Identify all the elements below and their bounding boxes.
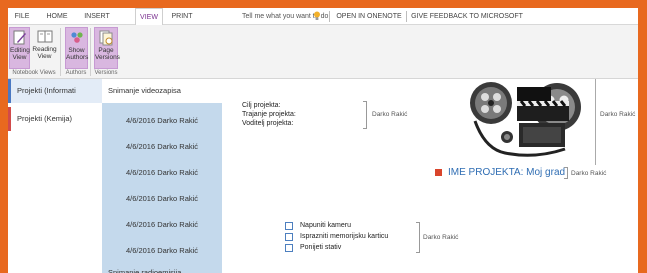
subpage-item[interactable]: 4/6/2016 Darko Rakić	[102, 135, 222, 159]
page-canvas[interactable]: Cilj projekta: Trajanje projekta: Vodite…	[222, 79, 638, 273]
tab-home[interactable]: HOME	[40, 8, 74, 25]
group-separator	[60, 28, 61, 76]
author-label: Darko Rakić	[571, 170, 607, 177]
subpage-item[interactable]: 4/6/2016 Darko Rakić	[102, 109, 222, 133]
film-camera-image	[470, 82, 581, 157]
page-list: Snimanje videozapisa 4/6/2016 Darko Raki…	[102, 79, 222, 273]
section-projekti-informatika[interactable]: Projekti (Informati	[8, 79, 102, 103]
reading-view-button[interactable]: Reading View	[31, 27, 58, 69]
tab-print[interactable]: PRINT	[166, 8, 198, 25]
author-brace-line	[595, 79, 596, 165]
page-versions-icon	[99, 30, 113, 46]
author-brace	[564, 167, 568, 179]
author-brace	[416, 222, 420, 253]
section-label: Projekti (Kemija)	[17, 114, 73, 123]
author-label: Darko Rakić	[600, 111, 636, 118]
tab-separator	[406, 11, 407, 22]
page-item[interactable]: Snimanje radioemisija	[102, 261, 222, 273]
ribbon-tab-bar: FILE HOME INSERT VIEW PRINT Tell me what…	[8, 8, 638, 26]
tab-view[interactable]: VIEW	[135, 8, 163, 26]
editing-view-icon	[13, 30, 26, 45]
editing-view-button[interactable]: Editing View	[9, 27, 30, 69]
group-label-notebook-views: Notebook Views	[12, 70, 56, 76]
title-bullet-icon	[435, 169, 442, 176]
page-versions-label: Page Versions	[95, 47, 120, 61]
reading-view-label: Reading View	[32, 46, 57, 60]
project-title: IME PROJEKTA: Moj grad	[448, 167, 566, 178]
section-color-tab	[8, 107, 11, 131]
todo-label: Napuniti kameru	[300, 222, 351, 229]
todo-checkbox[interactable]	[285, 244, 293, 252]
todo-label: Ponijeti stativ	[300, 244, 342, 251]
authors-icon	[70, 32, 83, 43]
todo-label: Isprazniti memorijsku karticu	[300, 233, 389, 240]
group-label-versions: Versions	[94, 70, 118, 76]
reading-view-icon	[37, 30, 52, 43]
todo-checkbox[interactable]	[285, 222, 293, 230]
info-leader: Voditelj projekta:	[242, 120, 294, 127]
lightbulb-icon	[314, 11, 320, 20]
ribbon: Editing View Reading View Show Authors P…	[8, 25, 638, 79]
subpage-item[interactable]: 4/6/2016 Darko Rakić	[102, 187, 222, 211]
tab-file[interactable]: FILE	[8, 8, 36, 25]
show-authors-label: Show Authors	[66, 47, 89, 61]
show-authors-button[interactable]: Show Authors	[65, 27, 88, 69]
page-versions-button[interactable]: Page Versions	[94, 27, 120, 69]
author-label: Darko Rakić	[423, 234, 459, 241]
onenote-window: FILE HOME INSERT VIEW PRINT Tell me what…	[8, 8, 638, 273]
group-label-authors: Authors	[65, 70, 87, 76]
subpage-item[interactable]: 4/6/2016 Darko Rakić	[102, 239, 222, 263]
author-label: Darko Rakić	[372, 111, 408, 118]
section-color-tab	[8, 79, 11, 103]
group-separator	[90, 28, 91, 76]
section-list: Projekti (Informati Projekti (Kemija)	[8, 79, 102, 273]
author-brace	[363, 101, 367, 129]
todo-checkbox[interactable]	[285, 233, 293, 241]
section-label: Projekti (Informati	[17, 86, 76, 95]
tab-open-in-onenote[interactable]: OPEN IN ONENOTE	[334, 8, 404, 25]
page-item[interactable]: Snimanje videozapisa	[102, 79, 222, 103]
tab-insert[interactable]: INSERT	[78, 8, 116, 25]
subpage-item[interactable]: 4/6/2016 Darko Rakić	[102, 213, 222, 237]
info-goal: Cilj projekta:	[242, 102, 281, 109]
section-projekti-kemija[interactable]: Projekti (Kemija)	[8, 107, 102, 131]
tab-separator	[329, 11, 330, 22]
subpage-item[interactable]: 4/6/2016 Darko Rakić	[102, 161, 222, 185]
tab-give-feedback[interactable]: GIVE FEEDBACK TO MICROSOFT	[409, 8, 525, 25]
info-duration: Trajanje projekta:	[242, 111, 296, 118]
editing-view-label: Editing View	[10, 47, 30, 61]
